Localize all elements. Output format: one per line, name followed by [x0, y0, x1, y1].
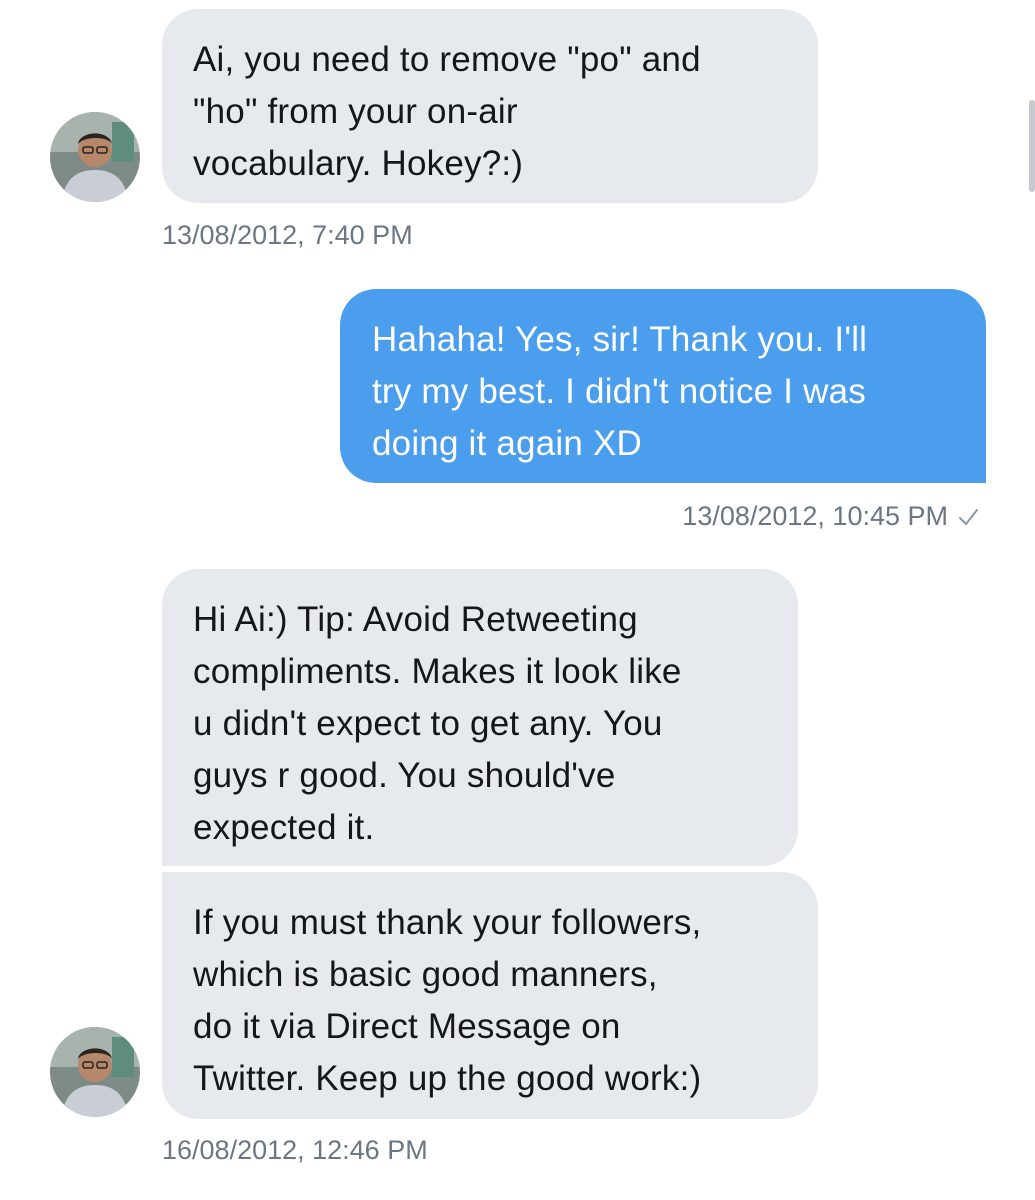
message-text-line: expected it. — [193, 808, 375, 847]
checkmark-icon — [959, 509, 978, 525]
message-timestamp: 13/08/2012, 10:45 PM — [682, 501, 948, 531]
message-text-line: compliments. Makes it look like — [193, 652, 682, 691]
message-text-line: do it via Direct Message on — [193, 1007, 621, 1046]
message-text-line: Ai, you need to remove "po" and — [193, 40, 701, 79]
incoming-message-bubble[interactable]: Hi Ai:) Tip: Avoid Retweeting compliment… — [162, 569, 798, 866]
scrollbar[interactable] — [1029, 100, 1035, 192]
incoming-message-bubble[interactable]: Ai, you need to remove "po" and "ho" fro… — [162, 9, 818, 203]
message-text-line: which is basic good manners, — [193, 955, 658, 994]
sender-avatar[interactable] — [50, 112, 140, 202]
message-text-line: Hahaha! Yes, sir! Thank you. I'll — [372, 320, 868, 359]
message-text-line: vocabulary. Hokey?:) — [193, 144, 524, 183]
avatar-photo-icon — [50, 112, 140, 202]
message-text-line: guys r good. You should've — [193, 756, 616, 795]
message-text-line: try my best. I didn't notice I was — [372, 372, 866, 411]
avatar-photo-icon — [50, 1027, 140, 1117]
incoming-message-bubble[interactable]: If you must thank your followers, which … — [162, 872, 818, 1119]
message-timestamp: 16/08/2012, 12:46 PM — [162, 1135, 428, 1165]
sender-avatar[interactable] — [50, 1027, 140, 1117]
message-text-line: u didn't expect to get any. You — [193, 704, 663, 743]
message-text-line: doing it again XD — [372, 424, 642, 463]
message-timestamp: 13/08/2012, 7:40 PM — [162, 220, 413, 250]
message-text-line: Twitter. Keep up the good work:) — [193, 1059, 702, 1098]
outgoing-message-bubble[interactable]: Hahaha! Yes, sir! Thank you. I'll try my… — [340, 289, 986, 483]
message-text-line: Hi Ai:) Tip: Avoid Retweeting — [193, 600, 638, 639]
message-text-line: If you must thank your followers, — [193, 903, 702, 942]
message-text-line: "ho" from your on-air — [193, 92, 518, 131]
